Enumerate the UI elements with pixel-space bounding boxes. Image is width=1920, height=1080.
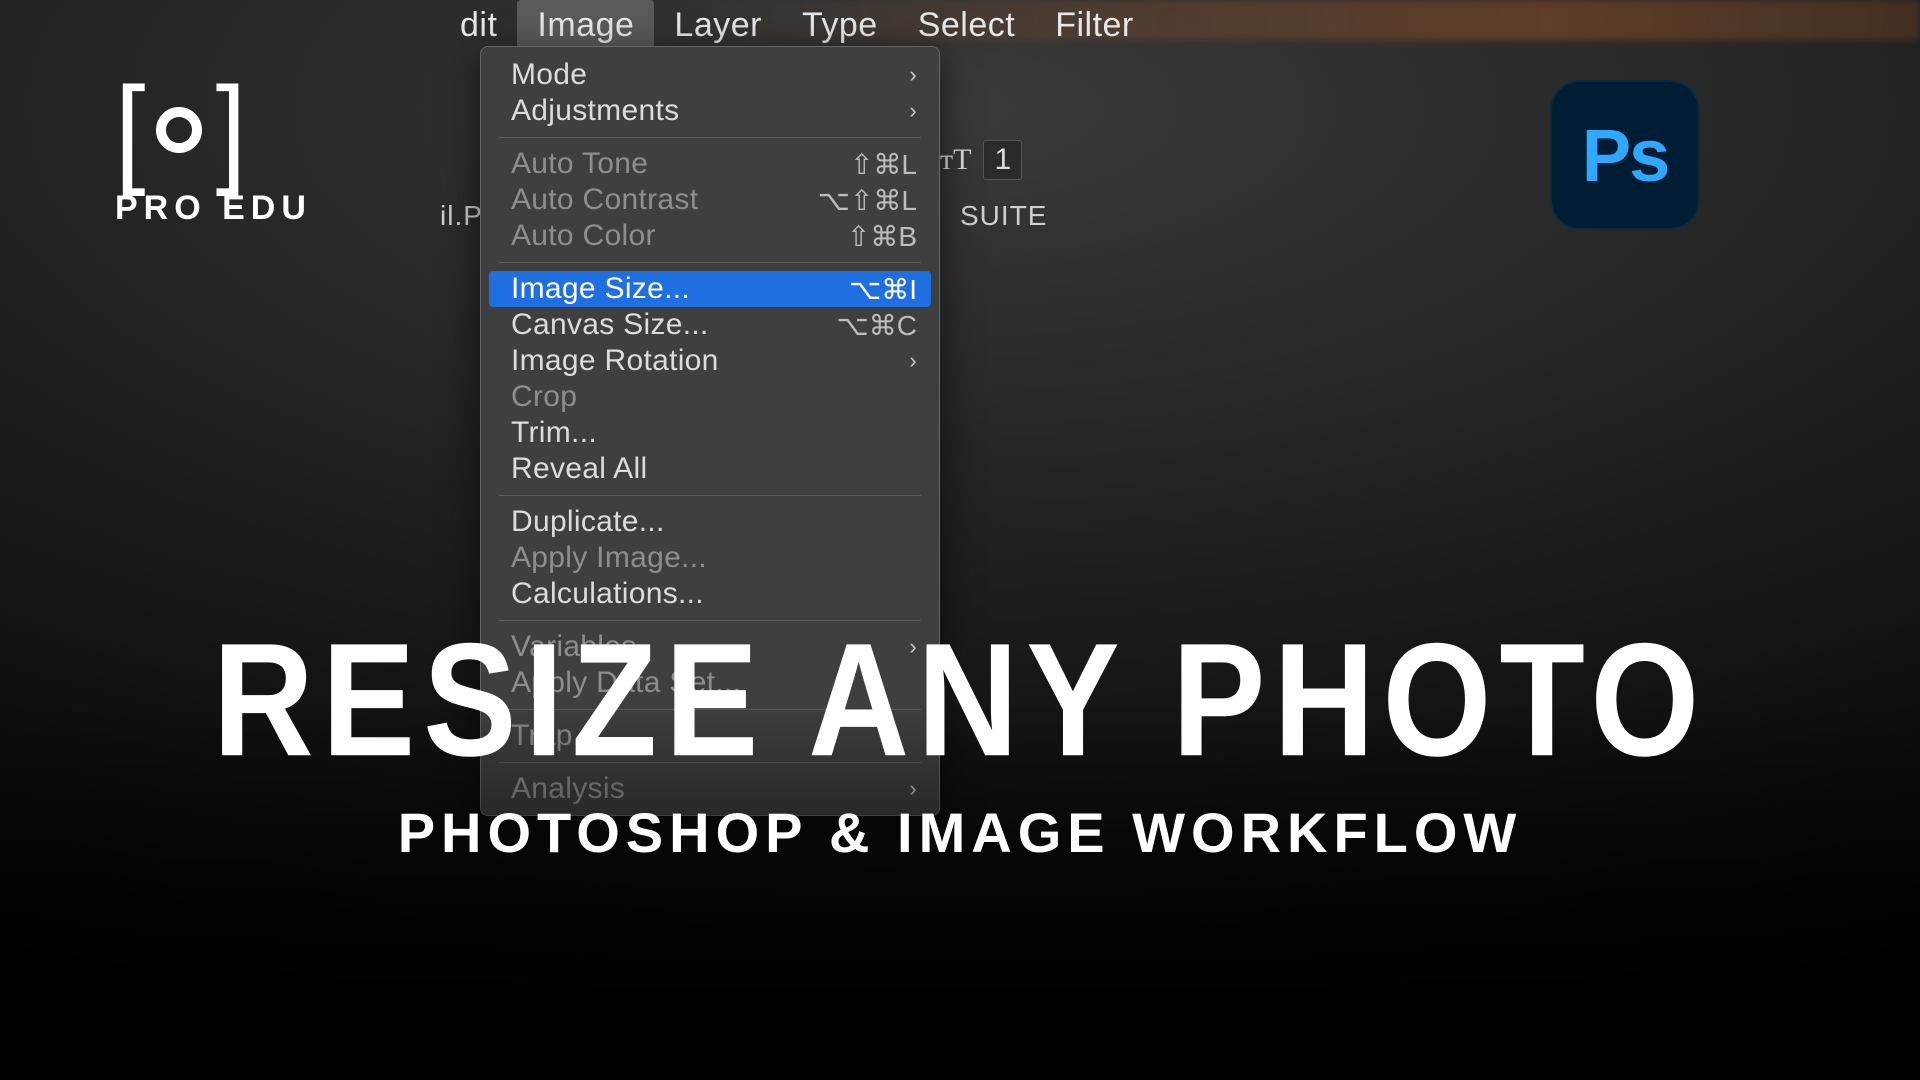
label: Auto Tone	[511, 147, 648, 181]
label: Apply Image...	[511, 541, 707, 575]
menu-item-canvas-size[interactable]: Canvas Size... ⌥⌘C	[481, 307, 939, 343]
label: Crop	[511, 380, 577, 414]
label: Auto Contrast	[511, 183, 698, 217]
menu-item-image-rotation[interactable]: Image Rotation ›	[481, 343, 939, 379]
label: Reveal All	[511, 452, 647, 486]
options-bar-fragment: ᴛT 1 il.PS	[940, 140, 1022, 180]
photoshop-logo: Ps	[1550, 80, 1700, 230]
chevron-right-icon: ›	[909, 348, 917, 374]
separator	[499, 137, 921, 138]
type-size-icon: ᴛT	[940, 143, 971, 177]
menu-filter[interactable]: Filter	[1035, 0, 1154, 51]
menu-item-auto-color: Auto Color ⇧⌘B	[481, 218, 939, 254]
menu-image[interactable]: Image	[517, 0, 654, 51]
menu-item-reveal-all[interactable]: Reveal All	[481, 451, 939, 487]
menu-item-mode[interactable]: Mode ›	[481, 57, 939, 93]
label: Canvas Size...	[511, 308, 709, 342]
menu-edit[interactable]: dit	[440, 0, 517, 51]
ps-text: Ps	[1582, 113, 1669, 198]
chevron-right-icon: ›	[909, 62, 917, 88]
type-size-field[interactable]: 1	[983, 140, 1022, 180]
proedu-logo: [] PRO EDU	[115, 80, 312, 228]
menu-select[interactable]: Select	[898, 0, 1036, 51]
separator	[499, 495, 921, 496]
label: Adjustments	[511, 94, 679, 128]
label: Image Rotation	[511, 344, 719, 378]
menubar: dit Image Layer Type Select Filter	[440, 0, 1154, 50]
label: Auto Color	[511, 219, 656, 253]
menu-item-duplicate[interactable]: Duplicate...	[481, 504, 939, 540]
headline: RESIZE ANY PHOTO PHOTOSHOP & IMAGE WORKF…	[0, 630, 1920, 865]
menu-type[interactable]: Type	[782, 0, 898, 51]
menu-item-calculations[interactable]: Calculations...	[481, 576, 939, 612]
label: Mode	[511, 58, 587, 92]
shortcut: ⌥⌘C	[837, 309, 918, 342]
chevron-right-icon: ›	[909, 98, 917, 124]
shortcut: ⌥⌘I	[849, 273, 917, 306]
menu-layer[interactable]: Layer	[654, 0, 782, 51]
menu-item-trim[interactable]: Trim...	[481, 415, 939, 451]
proedu-text: PRO EDU	[115, 189, 312, 228]
label: Trim...	[511, 416, 597, 450]
label: Duplicate...	[511, 505, 665, 539]
proedu-icon: []	[115, 80, 312, 179]
menu-item-auto-contrast: Auto Contrast ⌥⇧⌘L	[481, 182, 939, 218]
shortcut: ⇧⌘B	[847, 220, 917, 253]
menu-item-auto-tone: Auto Tone ⇧⌘L	[481, 146, 939, 182]
menu-item-image-size[interactable]: Image Size... ⌥⌘I	[489, 271, 931, 307]
headline-title: RESIZE ANY PHOTO	[0, 620, 1920, 781]
shortcut: ⌥⇧⌘L	[818, 184, 917, 217]
menu-item-apply-image: Apply Image...	[481, 540, 939, 576]
label: Calculations...	[511, 577, 704, 611]
separator	[499, 262, 921, 263]
menu-item-crop: Crop	[481, 379, 939, 415]
label: Image Size...	[511, 272, 690, 306]
headline-subtitle: PHOTOSHOP & IMAGE WORKFLOW	[0, 800, 1920, 865]
doc-tab-right: SUITE	[960, 200, 1047, 232]
menu-item-adjustments[interactable]: Adjustments ›	[481, 93, 939, 129]
shortcut: ⇧⌘L	[850, 148, 917, 181]
